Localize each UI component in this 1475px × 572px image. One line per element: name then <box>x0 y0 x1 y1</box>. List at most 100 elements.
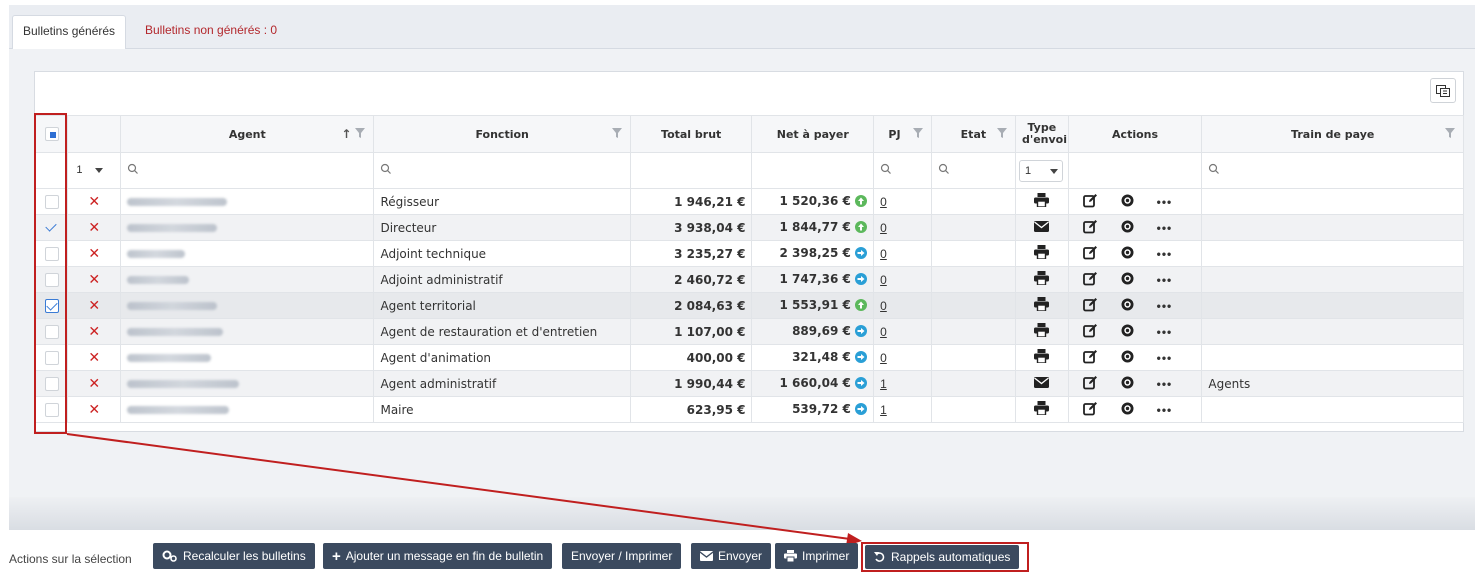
tab-bulletins-non-generes[interactable]: Bulletins non générés : 0 <box>135 15 287 50</box>
recalculer-button[interactable]: Recalculer les bulletins <box>153 543 315 569</box>
row-checkbox[interactable] <box>44 402 59 417</box>
pj-link[interactable]: 0 <box>880 351 887 365</box>
pj-link[interactable]: 0 <box>880 325 887 339</box>
table-row[interactable]: ✕ Directeur 3 938,04 € 1 844,77 € 0 ••• <box>34 214 1464 241</box>
pj-cell[interactable]: 1 <box>873 396 932 423</box>
more-options-icon[interactable]: ••• <box>1157 325 1173 339</box>
pj-cell[interactable]: 0 <box>873 318 932 345</box>
sort-asc-icon[interactable]: ↑ <box>341 127 351 141</box>
table-row[interactable]: ✕ Maire 623,95 € 539,72 € 1 ••• <box>34 396 1464 423</box>
pj-cell[interactable]: 0 <box>873 240 932 267</box>
cross-icon[interactable]: ✕ <box>88 193 100 209</box>
pj-header[interactable]: PJ <box>873 115 932 153</box>
row-checkbox[interactable] <box>44 298 59 313</box>
row-select-cell[interactable] <box>34 396 69 423</box>
table-row[interactable]: ✕ Adjoint technique 3 235,27 € 2 398,25 € 0… <box>34 240 1464 267</box>
etat-filter-cell[interactable] <box>930 152 1016 189</box>
row-select-cell[interactable] <box>34 214 69 241</box>
table-row[interactable]: ✕ Agent de restauration et d'entretien 1 1… <box>34 318 1464 345</box>
filter-icon[interactable] <box>1445 128 1455 138</box>
row-checkbox[interactable] <box>44 324 59 339</box>
train-de-paye-header[interactable]: Train de paye <box>1201 115 1464 153</box>
pj-link[interactable]: 0 <box>880 221 887 235</box>
eye-icon[interactable] <box>1120 350 1135 366</box>
pj-filter-cell[interactable] <box>873 152 932 189</box>
cross-icon[interactable]: ✕ <box>88 349 100 365</box>
more-options-icon[interactable]: ••• <box>1157 273 1173 287</box>
row-select-cell[interactable] <box>34 188 69 215</box>
edit-icon[interactable] <box>1082 271 1098 289</box>
pj-link[interactable]: 1 <box>880 377 887 391</box>
row-status-cell[interactable]: ✕ <box>67 292 122 319</box>
agent-filter-cell[interactable] <box>120 152 375 189</box>
row-status-cell[interactable]: ✕ <box>67 396 122 423</box>
pj-cell[interactable]: 0 <box>873 214 932 241</box>
pj-link[interactable]: 0 <box>880 195 887 209</box>
filter-icon[interactable] <box>996 128 1007 138</box>
type-envoi-header[interactable]: Type d'envoi <box>1014 115 1069 153</box>
edit-icon[interactable] <box>1082 219 1098 237</box>
eye-icon[interactable] <box>1120 324 1135 340</box>
total-brut-header[interactable]: Total brut <box>629 115 753 153</box>
more-options-icon[interactable]: ••• <box>1157 195 1173 209</box>
imprimer-button[interactable]: Imprimer <box>775 543 859 569</box>
edit-icon[interactable] <box>1082 193 1098 211</box>
eye-icon[interactable] <box>1120 298 1135 314</box>
row-select-cell[interactable] <box>34 240 69 267</box>
eye-icon[interactable] <box>1120 272 1135 288</box>
row-status-cell[interactable]: ✕ <box>67 240 122 267</box>
eye-icon[interactable] <box>1120 246 1135 262</box>
pj-link[interactable]: 0 <box>880 273 887 287</box>
row-select-cell[interactable] <box>34 266 69 293</box>
eye-icon[interactable] <box>1120 220 1135 236</box>
row-status-cell[interactable]: ✕ <box>67 266 122 293</box>
row-select-cell[interactable] <box>34 292 69 319</box>
pj-cell[interactable]: 0 <box>873 188 932 215</box>
row-status-cell[interactable]: ✕ <box>67 318 122 345</box>
cross-icon[interactable]: ✕ <box>88 323 100 339</box>
type-envoi-filter-select[interactable]: 1 <box>1018 159 1063 182</box>
row-checkbox[interactable] <box>44 376 59 391</box>
pj-cell[interactable]: 0 <box>873 292 932 319</box>
more-options-icon[interactable]: ••• <box>1157 377 1173 391</box>
row-checkbox[interactable] <box>44 350 59 365</box>
agent-header[interactable]: Agent ↑ <box>120 115 375 153</box>
row-status-cell[interactable]: ✕ <box>67 188 122 215</box>
cross-icon[interactable]: ✕ <box>88 375 100 391</box>
edit-icon[interactable] <box>1082 245 1098 263</box>
more-options-icon[interactable]: ••• <box>1157 247 1173 261</box>
row-select-cell[interactable] <box>34 318 69 345</box>
pj-cell[interactable]: 1 <box>873 370 932 397</box>
table-row[interactable]: ✕ Régisseur 1 946,21 € 1 520,36 € 0 ••• <box>34 188 1464 215</box>
more-options-icon[interactable]: ••• <box>1157 351 1173 365</box>
cross-icon[interactable]: ✕ <box>88 401 100 417</box>
row-status-cell[interactable]: ✕ <box>67 344 122 371</box>
more-options-icon[interactable]: ••• <box>1157 221 1173 235</box>
edit-icon[interactable] <box>1082 375 1098 393</box>
row-status-cell[interactable]: ✕ <box>67 370 122 397</box>
eye-icon[interactable] <box>1120 376 1135 392</box>
table-row[interactable]: ✕ Agent territorial 2 084,63 € 1 553,91 € 0… <box>34 292 1464 319</box>
edit-icon[interactable] <box>1082 323 1098 341</box>
cross-icon[interactable]: ✕ <box>88 219 100 235</box>
cross-icon[interactable]: ✕ <box>88 271 100 287</box>
train-filter-cell[interactable] <box>1201 152 1464 189</box>
tab-bulletins-generes[interactable]: Bulletins générés <box>12 15 127 50</box>
select-all-header[interactable] <box>34 115 69 153</box>
status-filter-select[interactable]: 1 <box>71 159 108 182</box>
column-chooser-button[interactable] <box>1430 78 1456 103</box>
table-row[interactable]: ✕ Agent administratif 1 990,44 € 1 660,04 €… <box>34 370 1464 397</box>
net-a-payer-header[interactable]: Net à payer <box>751 115 875 153</box>
pj-link[interactable]: 0 <box>880 299 887 313</box>
etat-header[interactable]: Etat <box>930 115 1016 153</box>
edit-icon[interactable] <box>1082 297 1098 315</box>
edit-icon[interactable] <box>1082 401 1098 419</box>
row-checkbox[interactable] <box>44 272 59 287</box>
fonction-filter-cell[interactable] <box>373 152 631 189</box>
row-checkbox[interactable] <box>44 246 59 261</box>
edit-icon[interactable] <box>1082 349 1098 367</box>
filter-icon[interactable] <box>912 128 923 138</box>
table-row[interactable]: ✕ Agent d'animation 400,00 € 321,48 € 0 ••• <box>34 344 1464 371</box>
envoyer-button[interactable]: Envoyer <box>691 543 772 569</box>
row-checkbox[interactable] <box>44 194 59 209</box>
